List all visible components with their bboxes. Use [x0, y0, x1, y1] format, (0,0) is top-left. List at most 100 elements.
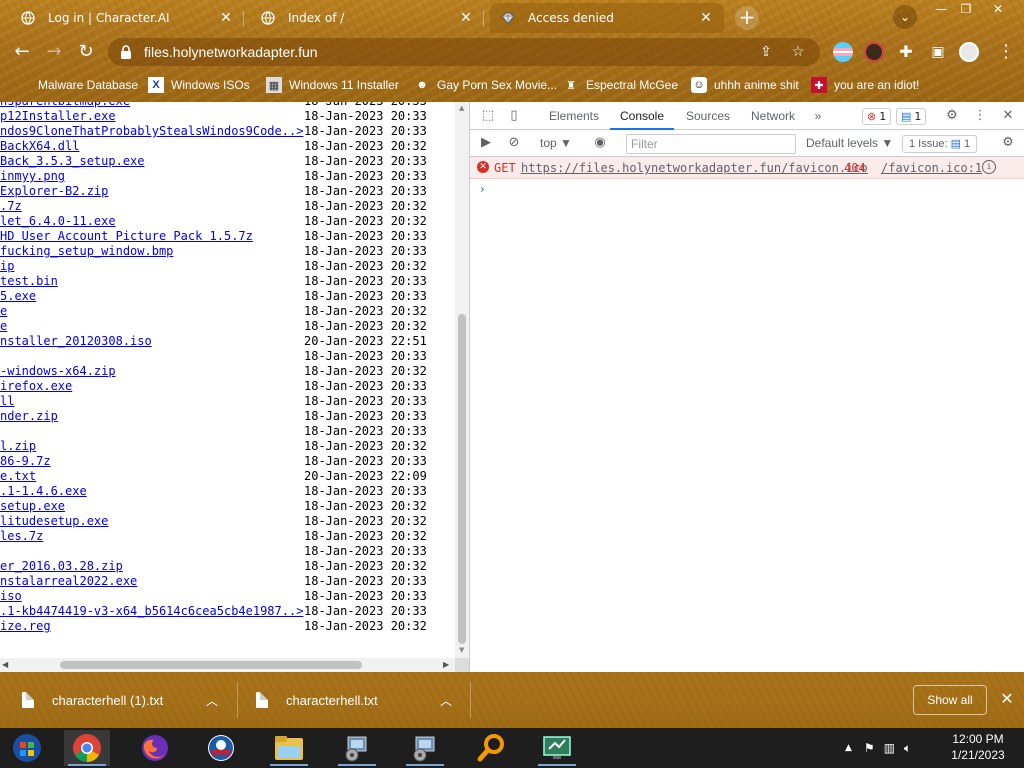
action-center-flag-icon[interactable]: ⚑ [864, 741, 875, 755]
page-vertical-scrollbar[interactable]: ▲ ▼ [455, 102, 469, 658]
file-link[interactable]: inmyy.png [0, 169, 65, 184]
devtools-menu-icon[interactable]: ⋮ [972, 108, 988, 124]
scroll-right-arrow-icon[interactable]: ▶ [443, 660, 449, 669]
file-link[interactable]: let_6.4.0-11.exe [0, 214, 116, 229]
bookmark-malware-database[interactable]: Malware Database [38, 76, 138, 94]
menu-dots-icon[interactable]: ⋮ [994, 40, 1018, 64]
error-count-badge[interactable]: ⊗ 1 [862, 108, 892, 125]
download-item[interactable]: characterhell.txt ︿ [256, 672, 466, 728]
file-link[interactable]: -windows-x64.zip [0, 364, 116, 379]
tab-console[interactable]: Console [610, 102, 674, 130]
file-link[interactable]: p12Installer.exe [0, 109, 116, 124]
file-link[interactable]: ndos9CloneThatProbablyStealsWindos9Code.… [0, 124, 303, 139]
bookmark-gay-porn-sex-movie[interactable]: ☻ Gay Porn Sex Movie... [414, 76, 557, 94]
file-link[interactable]: .1-kb4474419-v3-x64_b5614c6cea5cb4e1987.… [0, 604, 303, 619]
volume-icon[interactable]: 🔈︎ [904, 741, 911, 756]
file-link[interactable]: nsparentbitmap.exe [0, 102, 130, 109]
file-link[interactable]: Explorer-B2.zip [0, 184, 108, 199]
tab-close-button[interactable]: ✕ [698, 10, 714, 26]
file-link[interactable]: ll [0, 394, 14, 409]
monitor-icon[interactable] [534, 730, 580, 766]
more-tabs-icon[interactable]: » [808, 102, 828, 130]
reload-icon[interactable]: ↻ [74, 40, 98, 64]
settings-gear-icon[interactable]: ⚙ [944, 108, 960, 124]
bookmark-windows-11-installer[interactable]: ▦ Windows 11 Installer [266, 76, 399, 94]
file-link[interactable]: test.bin [0, 274, 58, 289]
console-filter-input[interactable]: Filter [626, 134, 796, 154]
chevron-up-icon[interactable]: ︿ [440, 692, 452, 709]
sidebar-toggle-icon[interactable]: ▶ [478, 135, 494, 151]
trans-flag-extension-icon[interactable] [833, 42, 853, 62]
search-magnifier-icon[interactable] [468, 730, 514, 766]
back-arrow-icon[interactable]: ← [10, 40, 34, 64]
context-select[interactable]: top ▼ [540, 136, 572, 150]
restore-icon[interactable]: ❐ [952, 0, 980, 18]
file-link[interactable]: 86-9.7z [0, 454, 51, 469]
bookmark-you-are-an-idiot[interactable]: ✚ you are an idiot! [811, 76, 919, 94]
file-link[interactable]: irefox.exe [0, 379, 72, 394]
close-window-icon[interactable]: ✕ [984, 0, 1012, 18]
tab-search-chevron-icon[interactable]: ⌄ [893, 5, 917, 29]
file-link[interactable]: fucking_setup_window.bmp [0, 244, 173, 259]
log-levels-dropdown[interactable]: Default levels ▼ [806, 136, 893, 150]
new-tab-button[interactable]: + [735, 6, 759, 30]
scroll-up-arrow-icon[interactable]: ▲ [459, 104, 464, 112]
url-text[interactable]: files.holynetworkadapter.fun [144, 44, 756, 60]
tab-sources[interactable]: Sources [680, 102, 736, 130]
device-toolbar-icon[interactable]: ▯ [506, 108, 522, 124]
lock-icon[interactable] [120, 45, 134, 59]
tab-close-button[interactable]: ✕ [458, 10, 474, 26]
eye-icon[interactable]: ◉ [592, 135, 608, 151]
close-shelf-icon[interactable]: ✕ [997, 688, 1017, 710]
firefox-icon[interactable] [132, 730, 178, 766]
setup-icon[interactable] [334, 730, 380, 766]
scroll-thumb[interactable] [458, 314, 466, 644]
start-icon[interactable] [4, 730, 50, 766]
file-link[interactable]: e.txt [0, 469, 36, 484]
side-panel-icon[interactable]: ▣ [926, 40, 950, 64]
tab-access-denied[interactable]: Access denied ✕ [490, 3, 724, 33]
forward-arrow-icon[interactable]: → [42, 40, 66, 64]
insights-icon[interactable]: i [982, 160, 996, 174]
file-link[interactable]: nder.zip [0, 409, 58, 424]
page-horizontal-scrollbar[interactable]: ◀ ▶ [0, 658, 455, 672]
bookmark-uhhh-anime-shit[interactable]: ☺ uhhh anime shit [691, 76, 799, 94]
network-icon[interactable]: ▥ [884, 741, 895, 755]
file-link[interactable]: er_2016.03.28.zip [0, 559, 123, 574]
share-icon[interactable]: ⇪ [756, 44, 776, 60]
file-link[interactable]: litudesetup.exe [0, 514, 108, 529]
file-link[interactable]: HD User Account Picture Pack 1.5.7z [0, 229, 253, 244]
bookmark-windows-isos[interactable]: X Windows ISOs [148, 76, 250, 94]
show-all-downloads-button[interactable]: Show all [913, 685, 987, 715]
file-link[interactable]: BackX64.dll [0, 139, 79, 154]
obama-icon[interactable] [198, 730, 244, 766]
scroll-down-arrow-icon[interactable]: ▼ [459, 646, 464, 654]
extensions-puzzle-icon[interactable]: ✚ [894, 40, 918, 64]
file-link[interactable]: .1-1.4.6.exe [0, 484, 87, 499]
file-link[interactable]: 5.exe [0, 289, 36, 304]
file-link[interactable]: ip [0, 259, 14, 274]
file-link[interactable]: e [0, 319, 7, 334]
chrome-icon[interactable] [64, 730, 110, 766]
message-count-badge[interactable]: ▤ 1 [896, 108, 927, 125]
file-link[interactable]: iso [0, 589, 22, 604]
file-link[interactable]: e [0, 304, 7, 319]
file-link[interactable]: l.zip [0, 439, 36, 454]
inspect-element-icon[interactable]: ⬚ [480, 108, 496, 124]
console-prompt[interactable]: › [480, 182, 485, 196]
source-link[interactable]: /favicon.ico:1 [881, 161, 982, 175]
clock[interactable]: 12:00 PM 1/21/2023 [940, 731, 1016, 763]
tab-index-of[interactable]: Index of / ✕ [250, 3, 484, 33]
request-url-link[interactable]: https://files.holynetworkadapter.fun/fav… [521, 161, 868, 175]
tab-character-ai[interactable]: Log in | Character.AI ✕ [10, 3, 244, 33]
avatar-extension-icon[interactable] [864, 42, 884, 62]
tab-elements[interactable]: Elements [544, 102, 604, 130]
close-devtools-icon[interactable]: ✕ [1000, 108, 1016, 124]
issues-counter-button[interactable]: 1 Issue: ▤ 1 [902, 135, 978, 153]
file-link[interactable]: setup.exe [0, 499, 65, 514]
download-item[interactable]: characterhell (1).txt ︿ [22, 672, 232, 728]
file-link[interactable]: les.7z [0, 529, 43, 544]
tab-close-button[interactable]: ✕ [218, 10, 234, 26]
console-settings-gear-icon[interactable]: ⚙ [1000, 135, 1016, 151]
file-link[interactable]: Back_3.5.3_setup.exe [0, 154, 145, 169]
